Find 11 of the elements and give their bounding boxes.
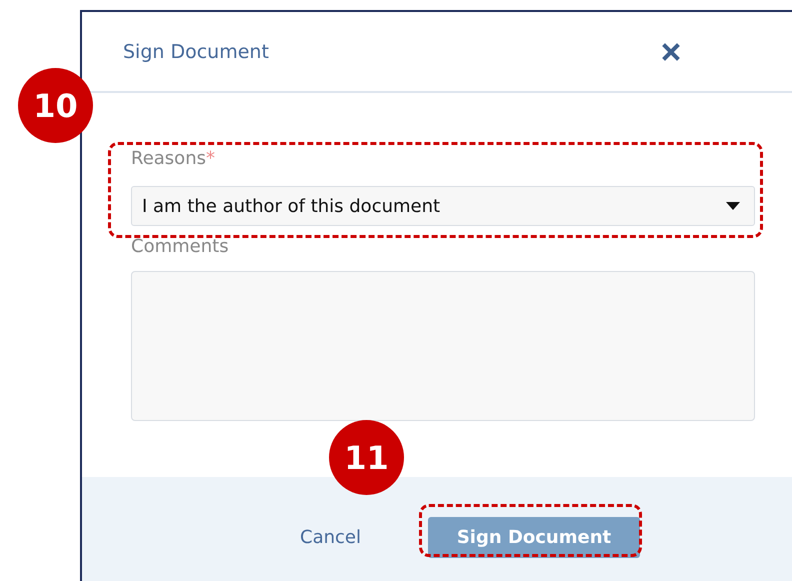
dialog-title: Sign Document xyxy=(123,40,269,62)
caret-icon xyxy=(726,202,740,210)
callout-badge: 10 xyxy=(18,68,93,143)
sign-button[interactable]: Sign Document xyxy=(428,517,640,558)
cancel-button[interactable]: Cancel xyxy=(300,517,361,558)
comments-field[interactable] xyxy=(131,271,755,421)
field-label: Comments xyxy=(131,236,229,257)
close-icon[interactable] xyxy=(662,42,680,60)
field-label: Reasons xyxy=(131,148,206,169)
required-mark: * xyxy=(206,148,215,169)
reasons-dropdown[interactable]: I am the author of this document xyxy=(131,186,755,226)
